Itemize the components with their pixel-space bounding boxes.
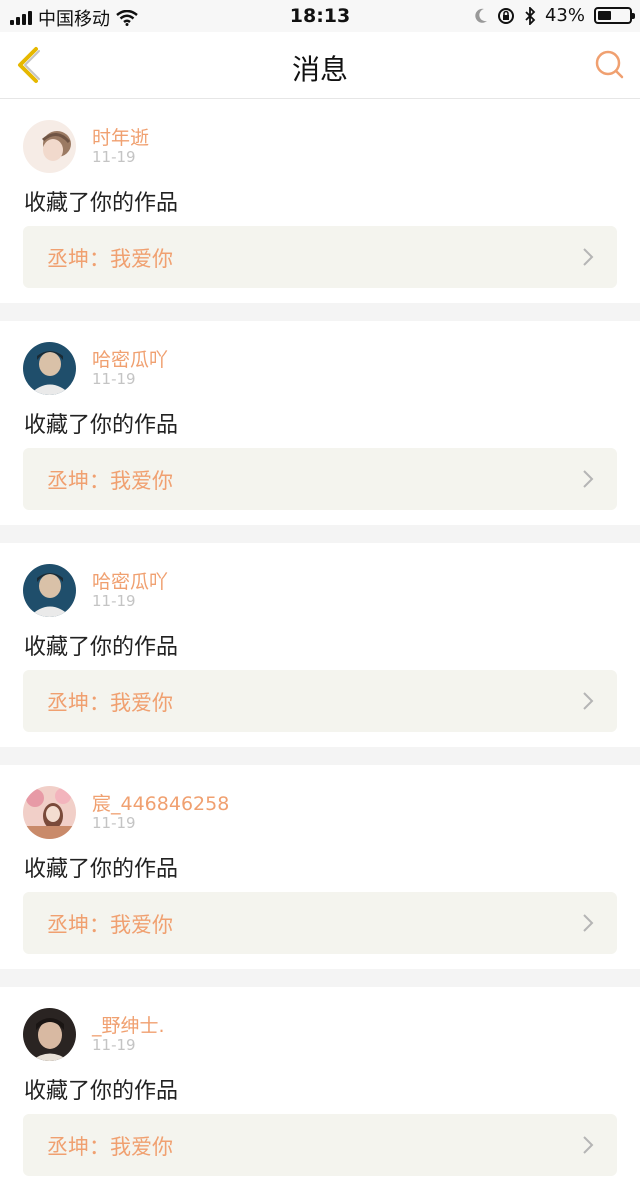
- work-link[interactable]: 丞坤：我爱你: [23, 892, 617, 954]
- message-card: 宸_446846258 11-19 收藏了你的作品 丞坤：我爱你: [0, 765, 640, 969]
- message-date: 11-19: [92, 148, 136, 166]
- message-date: 11-19: [92, 1036, 136, 1054]
- battery-icon: [594, 7, 635, 24]
- message-text: 收藏了你的作品: [24, 857, 179, 882]
- user-name[interactable]: 时年逝: [92, 123, 149, 150]
- bluetooth-icon: [525, 6, 536, 25]
- nav-bar: 消息: [0, 32, 640, 99]
- message-card: 时年逝 11-19 收藏了你的作品 丞坤：我爱你: [0, 99, 640, 303]
- avatar[interactable]: [23, 120, 76, 173]
- chevron-right-icon: [583, 470, 594, 488]
- search-icon[interactable]: [594, 49, 626, 81]
- work-link[interactable]: 丞坤：我爱你: [23, 226, 617, 288]
- battery-percent: 43%: [544, 5, 585, 26]
- message-text: 收藏了你的作品: [24, 191, 179, 216]
- battery-fill: [598, 11, 611, 20]
- separator: [0, 525, 640, 543]
- status-right: 43%: [474, 5, 635, 26]
- rotation-lock-icon: [497, 7, 514, 24]
- page-title: 消息: [291, 53, 348, 86]
- user-name[interactable]: _野绅士.: [92, 1011, 165, 1038]
- message-date: 11-19: [92, 370, 136, 388]
- chevron-right-icon: [583, 248, 594, 266]
- chevron-right-icon: [583, 692, 594, 710]
- chevron-right-icon: [583, 1136, 594, 1154]
- message-text: 收藏了你的作品: [24, 635, 179, 660]
- work-title: 丞坤：我爱你: [47, 691, 173, 715]
- work-link[interactable]: 丞坤：我爱你: [23, 448, 617, 510]
- message-card: 哈密瓜吖 11-19 收藏了你的作品 丞坤：我爱你: [0, 543, 640, 747]
- user-name[interactable]: 宸_446846258: [92, 789, 229, 816]
- user-name[interactable]: 哈密瓜吖: [92, 567, 168, 594]
- avatar[interactable]: [23, 342, 76, 395]
- work-title: 丞坤：我爱你: [47, 1135, 173, 1159]
- work-title: 丞坤：我爱你: [47, 913, 173, 937]
- avatar[interactable]: [23, 1008, 76, 1061]
- chevron-right-icon: [583, 914, 594, 932]
- message-date: 11-19: [92, 814, 136, 832]
- separator: [0, 303, 640, 321]
- work-title: 丞坤：我爱你: [47, 247, 173, 271]
- moon-icon: [475, 8, 487, 23]
- separator: [0, 747, 640, 765]
- separator: [0, 969, 640, 987]
- message-card: _野绅士. 11-19 收藏了你的作品 丞坤：我爱你: [0, 987, 640, 1191]
- avatar[interactable]: [23, 786, 76, 839]
- user-name[interactable]: 哈密瓜吖: [92, 345, 168, 372]
- message-text: 收藏了你的作品: [24, 1079, 179, 1104]
- message-card: 哈密瓜吖 11-19 收藏了你的作品 丞坤：我爱你: [0, 321, 640, 525]
- work-link[interactable]: 丞坤：我爱你: [23, 670, 617, 732]
- work-link[interactable]: 丞坤：我爱你: [23, 1114, 617, 1176]
- work-title: 丞坤：我爱你: [47, 469, 173, 493]
- avatar[interactable]: [23, 564, 76, 617]
- message-date: 11-19: [92, 592, 136, 610]
- message-feed: 时年逝 11-19 收藏了你的作品 丞坤：我爱你 哈密瓜吖 11-19 收藏了你…: [0, 99, 640, 1191]
- status-bar: 中国移动 18:13 43%: [0, 0, 640, 32]
- message-text: 收藏了你的作品: [24, 413, 179, 438]
